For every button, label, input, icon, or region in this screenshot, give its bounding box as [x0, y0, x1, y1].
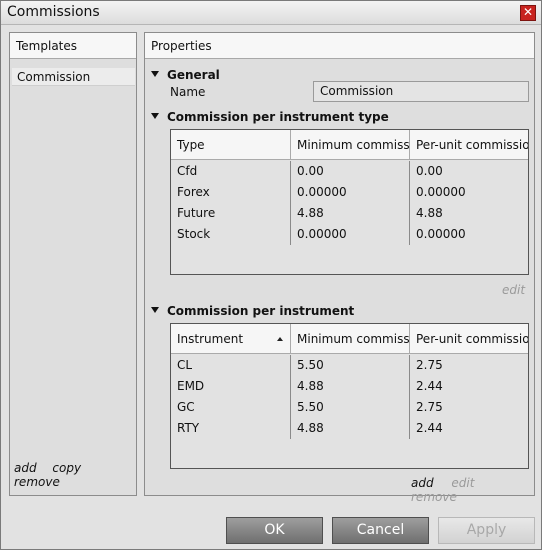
- cell-per-unit-commission[interactable]: 2.44: [410, 418, 528, 439]
- cell-min-commission[interactable]: 0.00: [291, 161, 410, 182]
- per-instrument-section-label: Commission per instrument: [167, 304, 355, 318]
- column-header-minimum-commission[interactable]: Minimum commissi: [291, 130, 410, 159]
- template-add-link[interactable]: add: [14, 461, 37, 475]
- cell-instrument: EMD: [171, 376, 291, 397]
- close-icon[interactable]: ✕: [520, 5, 536, 21]
- cell-type: Forex: [171, 182, 291, 203]
- grid-header: Instrument Minimum commissi Per-unit com…: [171, 324, 528, 354]
- per-type-grid[interactable]: Type Minimum commissi Per-unit commissio…: [170, 129, 529, 275]
- table-row[interactable]: EMD 4.88 2.44: [171, 376, 528, 397]
- cell-min-commission[interactable]: 4.88: [291, 203, 410, 224]
- title-bar[interactable]: Commissions ✕: [1, 1, 541, 25]
- general-section-toggle[interactable]: General: [151, 68, 220, 82]
- cell-min-commission[interactable]: 4.88: [291, 376, 410, 397]
- cell-min-commission[interactable]: 5.50: [291, 397, 410, 418]
- commissions-window: Commissions ✕ Templates Commission add c…: [0, 0, 542, 550]
- per-instrument-actions: add edit remove: [411, 476, 534, 504]
- table-row[interactable]: Cfd 0.00 0.00: [171, 161, 528, 182]
- column-header-instrument[interactable]: Instrument: [171, 324, 291, 353]
- table-row[interactable]: Forex 0.00000 0.00000: [171, 182, 528, 203]
- collapse-triangle-icon[interactable]: [151, 307, 159, 313]
- apply-button[interactable]: Apply: [438, 517, 535, 544]
- templates-panel: Templates Commission add copy remove: [9, 32, 137, 496]
- cell-type: Cfd: [171, 161, 291, 182]
- cell-min-commission[interactable]: 5.50: [291, 355, 410, 376]
- per-type-edit-link[interactable]: edit: [502, 283, 525, 297]
- templates-actions: add copy remove: [14, 461, 136, 489]
- cell-per-unit-commission[interactable]: 4.88: [410, 203, 528, 224]
- instrument-remove-link[interactable]: remove: [411, 490, 457, 504]
- collapse-triangle-icon[interactable]: [151, 71, 159, 77]
- instrument-add-link[interactable]: add: [411, 476, 434, 490]
- general-section-label: General: [167, 68, 220, 82]
- column-header-instrument-label: Instrument: [177, 332, 244, 346]
- column-header-per-unit-commission[interactable]: Per-unit commissio: [410, 130, 528, 159]
- cell-min-commission[interactable]: 0.00000: [291, 182, 410, 203]
- table-row[interactable]: GC 5.50 2.75: [171, 397, 528, 418]
- column-header-minimum-commission[interactable]: Minimum commissi: [291, 324, 410, 353]
- table-row[interactable]: RTY 4.88 2.44: [171, 418, 528, 439]
- collapse-triangle-icon[interactable]: [151, 113, 159, 119]
- ok-button[interactable]: OK: [226, 517, 323, 544]
- cell-per-unit-commission[interactable]: 2.75: [410, 397, 528, 418]
- per-instrument-section-toggle[interactable]: Commission per instrument: [151, 304, 354, 318]
- templates-header: Templates: [10, 33, 136, 59]
- cancel-button[interactable]: Cancel: [332, 517, 429, 544]
- cell-instrument: CL: [171, 355, 291, 376]
- cell-per-unit-commission[interactable]: 0.00000: [410, 224, 528, 245]
- template-remove-link[interactable]: remove: [14, 475, 60, 489]
- name-field[interactable]: Commission: [313, 81, 529, 102]
- table-row[interactable]: Future 4.88 4.88: [171, 203, 528, 224]
- name-label: Name: [170, 85, 206, 99]
- cell-type: Future: [171, 203, 291, 224]
- instrument-edit-link[interactable]: edit: [451, 476, 474, 490]
- cell-instrument: GC: [171, 397, 291, 418]
- template-item-commission[interactable]: Commission: [12, 68, 135, 86]
- column-header-per-unit-commission[interactable]: Per-unit commissio: [410, 324, 528, 353]
- per-instrument-grid[interactable]: Instrument Minimum commissi Per-unit com…: [170, 323, 529, 469]
- table-row[interactable]: CL 5.50 2.75: [171, 355, 528, 376]
- cell-per-unit-commission[interactable]: 0.00000: [410, 182, 528, 203]
- cell-per-unit-commission[interactable]: 2.75: [410, 355, 528, 376]
- cell-type: Stock: [171, 224, 291, 245]
- per-type-section-label: Commission per instrument type: [167, 110, 389, 124]
- grid-header: Type Minimum commissi Per-unit commissio: [171, 130, 528, 160]
- column-header-type[interactable]: Type: [171, 130, 291, 159]
- cell-min-commission[interactable]: 4.88: [291, 418, 410, 439]
- cell-instrument: RTY: [171, 418, 291, 439]
- per-type-section-toggle[interactable]: Commission per instrument type: [151, 110, 389, 124]
- properties-header: Properties: [145, 33, 534, 59]
- window-title: Commissions: [7, 4, 100, 20]
- template-copy-link[interactable]: copy: [52, 461, 81, 475]
- cell-per-unit-commission[interactable]: 0.00: [410, 161, 528, 182]
- cell-min-commission[interactable]: 0.00000: [291, 224, 410, 245]
- sort-ascending-icon: [277, 337, 283, 341]
- table-row[interactable]: Stock 0.00000 0.00000: [171, 224, 528, 245]
- properties-panel: Properties General Name Commission Commi…: [144, 32, 535, 504]
- cell-per-unit-commission[interactable]: 2.44: [410, 376, 528, 397]
